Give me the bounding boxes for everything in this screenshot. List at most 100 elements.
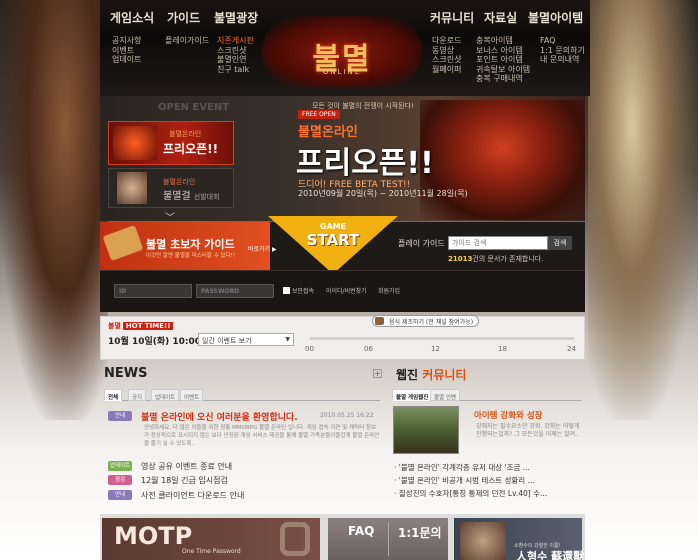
submenu-link[interactable]: 공지사항 — [112, 36, 141, 46]
notice-badge: 안내 — [108, 490, 132, 500]
webzine-thumbnail[interactable] — [393, 406, 459, 454]
submenu-link[interactable]: 플레이가이드 — [165, 36, 209, 46]
news-headline-link[interactable]: 불멸 온라인에 오신 여러분을 환영합니다. — [141, 410, 298, 423]
guide-search-button[interactable]: 검색 — [548, 236, 572, 250]
timeline-tick: 00 — [305, 345, 314, 353]
scroll-icon — [102, 224, 144, 262]
divider — [388, 522, 389, 556]
timeline-tick: 18 — [498, 345, 507, 353]
beginner-guide-banner[interactable]: 불멸 초보자 가이드 이것만 알면 불멸을 마스터할 수 있다!! 바로가기 ▶ — [100, 222, 277, 270]
id-input[interactable] — [114, 284, 192, 298]
submenu-link[interactable]: FAQ — [540, 36, 585, 46]
submenu-link[interactable]: 다운로드 — [432, 36, 461, 46]
banner-headline[interactable]: 프리오픈!! — [296, 138, 434, 182]
motp-title: MOTP — [114, 522, 193, 550]
news-date: 2010.05.25 16:22 — [320, 412, 374, 419]
banner-thumb-preopen[interactable]: 불멸온라인 프리오픈!! — [108, 121, 234, 165]
nav-game-news[interactable]: 게임소식 — [110, 9, 154, 26]
nav-guide[interactable]: 가이드 — [167, 9, 200, 26]
nav-downloads[interactable]: 자료실 — [484, 9, 517, 26]
submenu-link[interactable]: 귀속탈보 아이템 — [476, 65, 530, 75]
guide-title: 불멸 초보자 가이드 — [146, 238, 235, 251]
join-link[interactable]: 회원가입 — [378, 286, 400, 295]
news-item-link[interactable]: 사전 클라이언트 다운로드 안내 — [141, 490, 244, 501]
submenu-link[interactable]: 업데이트 — [112, 55, 141, 65]
submenu-link[interactable]: 포인트 아이템 — [476, 55, 530, 65]
timeline-tick: 06 — [364, 345, 373, 353]
secure-login-checkbox[interactable] — [283, 287, 290, 294]
tab-event[interactable]: 이벤트 — [180, 389, 204, 401]
news-heading: NEWS — [104, 366, 148, 381]
motp-banner[interactable]: MOTP One Time Password — [102, 518, 320, 560]
faq-label: FAQ — [348, 524, 375, 538]
thumb-label: 불멸걸 선발대회 — [163, 191, 220, 202]
faq-banner[interactable]: FAQ 1:1문의 — [328, 518, 448, 560]
logo-subtitle: ONLINE — [322, 68, 362, 76]
free-open-tag: FREE OPEN — [298, 110, 340, 119]
nav-community[interactable]: 커뮤니티 — [430, 9, 474, 26]
find-account-link[interactable]: 아이디/비번찾기 — [326, 286, 367, 295]
thumb-small-label: 불멸온라인 — [163, 178, 196, 186]
submenu-link[interactable]: 내 문의내역 — [540, 55, 585, 65]
webzine-feature-desc: 강해지는 필수요소인 강화. 강화는 어떻게 진행되는걸까? 그 모든것을 이제… — [476, 423, 580, 438]
dragon-art — [420, 100, 585, 220]
submenu-link[interactable]: 월페이퍼 — [432, 65, 461, 75]
news-preview: 안녕하세요. 더 많은 이들을 위한 정통 MMORPG 불멸 온라인 입니다.… — [144, 425, 380, 447]
news-item-link[interactable]: 영상 공유 이벤트 종료 안내 — [141, 461, 232, 472]
chevron-down-icon: ▼ — [285, 336, 290, 343]
hot-time-date: 10월 10일(화) 10:00 — [108, 337, 202, 347]
webzine-item-link[interactable]: · '불멸 온라인' 각계각층 유저 대상 '조금 ... — [394, 462, 530, 473]
tab-all[interactable]: 전체 — [104, 389, 123, 401]
food-icon — [375, 317, 384, 325]
submenu-link[interactable]: 불멸인연 — [217, 55, 254, 65]
submenu-link[interactable]: 1:1 문의하기 — [540, 46, 585, 56]
nav-plaza[interactable]: 불멸광장 — [214, 9, 258, 26]
news-more-button[interactable]: + — [373, 369, 382, 378]
guide-desc: 이것만 알면 불멸을 마스터할 수 있다!! — [146, 253, 236, 259]
submenu-link[interactable]: 충복 구매내역 — [476, 74, 530, 84]
tab-webzine[interactable]: 불멸 게임웹진 — [392, 389, 433, 401]
banner-thumb-contest[interactable]: 불멸온라인 불멸걸 선발대회 — [108, 168, 234, 208]
hot-time-timeline — [310, 337, 574, 340]
webzine-item-link[interactable]: · '불멸 온라인' 비공개 시범 테스트 성황리 ... — [394, 475, 535, 486]
secure-login-label: 보안접속 — [292, 288, 315, 295]
submenu-guide: 플레이가이드 — [165, 36, 209, 46]
nav-items[interactable]: 불멸아이템 — [528, 9, 583, 26]
timeline-tick: 24 — [567, 345, 576, 353]
submenu-link[interactable]: 동영상 — [432, 46, 461, 56]
thumb-label: 프리오픈!! — [163, 142, 219, 156]
submenu-link[interactable]: 이벤트 — [112, 46, 141, 56]
hot-time-tag: 불멸 HOT TIME!! — [108, 321, 174, 331]
character-art-left — [0, 0, 108, 420]
guide-search-input[interactable] — [448, 236, 548, 250]
summon-banner[interactable]: 소환수의 강렬한 이름! 人형수 蘇還獸 — [454, 518, 585, 560]
submenu-link[interactable]: 친구 talk — [217, 65, 254, 75]
submenu-link[interactable]: 보너스 아이템 — [476, 46, 530, 56]
girl-thumb-icon — [117, 172, 147, 204]
tab-notice[interactable]: 공지 — [128, 389, 147, 401]
webzine-feature-title[interactable]: 아이템 강화와 성장 — [474, 409, 542, 421]
tab-inven[interactable]: 불멸 인벤 — [430, 389, 460, 401]
open-event-label: OPEN EVENT — [158, 102, 230, 113]
submenu-downloads: 충복아이템 보너스 아이템 포인트 아이템 귀속탈보 아이템 충복 구매내역 — [476, 36, 530, 84]
summon-title: 人형수 蘇還獸 — [516, 550, 585, 560]
submenu-community: 다운로드 동영상 스크린샷 월페이퍼 — [432, 36, 461, 74]
dragon-thumb-icon — [113, 126, 157, 160]
tab-update[interactable]: 업데이트 — [151, 389, 180, 401]
play-guide-label: 플레이 가이드 — [398, 239, 445, 248]
game-logo[interactable]: 불멸 ONLINE — [262, 16, 422, 88]
summon-beast-image — [460, 522, 506, 560]
timeline-tick: 12 — [431, 345, 440, 353]
submenu-link[interactable]: 스크린샷 — [432, 55, 461, 65]
password-input[interactable] — [196, 284, 274, 298]
news-item-link[interactable]: 12월 18일 긴급 임시점검 — [141, 475, 228, 486]
webzine-item-link[interactable]: · 칠성진의 수호자[통칭 퉁제의 던전 Lv.40] 수... — [394, 488, 547, 499]
submenu-items: FAQ 1:1 문의하기 내 문의내역 — [540, 36, 585, 65]
maintenance-badge: 점검 — [108, 475, 132, 485]
submenu-link[interactable]: 지존게시판 — [217, 36, 254, 46]
submenu-link[interactable]: 충복아이템 — [476, 36, 530, 46]
submenu-link[interactable]: 스크린샷 — [217, 46, 254, 56]
submenu-game-news: 공지사항 이벤트 업데이트 — [112, 36, 141, 65]
thumb-small-label: 불멸온라인 — [169, 130, 202, 138]
daily-event-select[interactable]: 일간 이벤트 보기 ▼ — [198, 333, 294, 346]
